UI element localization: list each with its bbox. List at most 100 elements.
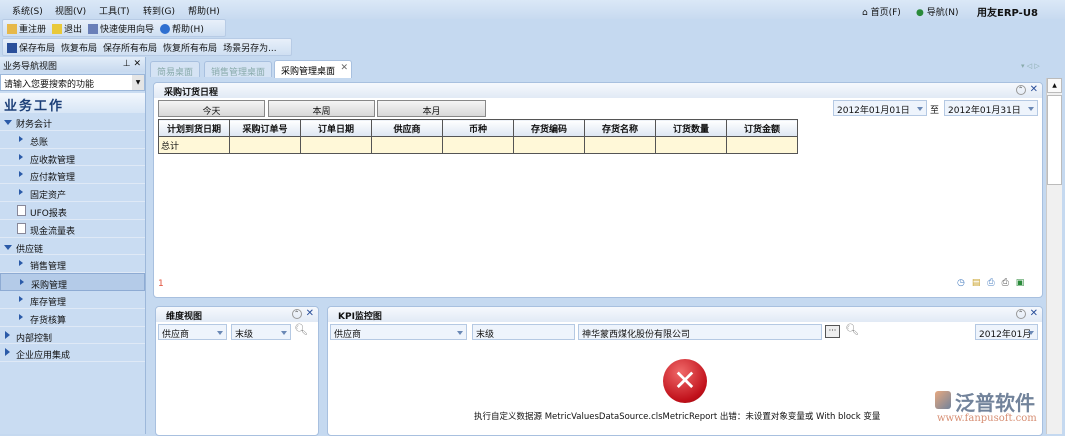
- nav-item[interactable]: 固定资产: [0, 184, 145, 202]
- period-select[interactable]: 2012年01月: [975, 324, 1038, 340]
- table-row[interactable]: 总计: [158, 136, 798, 154]
- tab-purchase-desktop[interactable]: 采购管理桌面 ✕: [274, 60, 353, 78]
- collapse-icon[interactable]: ⌃: [1015, 309, 1026, 319]
- nav-item[interactable]: 总账: [0, 131, 145, 149]
- this-month-button[interactable]: 本月: [377, 100, 486, 117]
- search-icon[interactable]: 🔍︎: [294, 323, 308, 336]
- nav-item[interactable]: 供应链: [0, 238, 145, 256]
- scroll-thumb[interactable]: [1047, 95, 1062, 185]
- scroll-up-icon[interactable]: ▲: [1047, 78, 1062, 93]
- nav-item[interactable]: 库存管理: [0, 291, 145, 309]
- wizard-button[interactable]: 快速使用向导: [88, 22, 154, 35]
- document-icon[interactable]: ▤: [972, 278, 981, 288]
- relogin-button[interactable]: 重注册: [7, 22, 46, 35]
- save-layout-button[interactable]: 保存布局: [7, 41, 55, 54]
- menu-view[interactable]: 视图(V): [55, 4, 86, 17]
- column-header[interactable]: 订货金额: [726, 119, 798, 137]
- menu-goto[interactable]: 转到(G): [143, 4, 175, 17]
- menu-tools[interactable]: 工具(T): [99, 4, 130, 17]
- nav-item[interactable]: 应付款管理: [0, 166, 145, 185]
- table-cell: [229, 136, 301, 154]
- exit-button[interactable]: 退出: [52, 22, 82, 35]
- pin-close-icons[interactable]: ⊥ ✕: [123, 59, 141, 69]
- menu-help[interactable]: 帮助(H): [188, 4, 220, 17]
- scrollbar[interactable]: ▲: [1046, 78, 1062, 434]
- column-header[interactable]: 采购订单号: [229, 119, 301, 137]
- close-icon[interactable]: ✕: [306, 309, 314, 319]
- arrow-icon: [19, 171, 23, 178]
- table-cell: [513, 136, 585, 154]
- restore-layout-button[interactable]: 恢复布局: [61, 41, 97, 54]
- column-header[interactable]: 订单日期: [300, 119, 372, 137]
- column-header[interactable]: 计划到货日期: [158, 119, 230, 137]
- save-all-layout-button[interactable]: 保存所有布局: [103, 41, 157, 54]
- date-to-select[interactable]: 2012年01月31日: [944, 100, 1038, 116]
- close-icon[interactable]: ✕: [1030, 85, 1038, 95]
- nav-item[interactable]: 现金流量表: [0, 220, 145, 238]
- help-button[interactable]: 帮助(H): [160, 22, 204, 35]
- print-icon[interactable]: ⎙: [1002, 278, 1009, 288]
- save-icon: [7, 43, 17, 53]
- nav-item[interactable]: 存货核算: [0, 309, 145, 327]
- nav-item[interactable]: 应收款管理: [0, 149, 145, 167]
- clock-icon[interactable]: ◷: [957, 278, 965, 288]
- home-link[interactable]: ⌂ 首页(F): [862, 5, 901, 18]
- column-header[interactable]: 币种: [442, 119, 514, 137]
- export-excel-icon[interactable]: ▣: [1016, 278, 1025, 288]
- nav-link[interactable]: ● 导航(N): [916, 5, 959, 18]
- collapse-icon[interactable]: ⌃: [291, 309, 302, 319]
- table-cell: [655, 136, 727, 154]
- nav-item[interactable]: 企业应用集成: [0, 344, 145, 363]
- watermark-logo: 泛普软件 www.fanpusoft.com: [935, 391, 1037, 424]
- this-week-button[interactable]: 本周: [268, 100, 375, 117]
- column-header[interactable]: 供应商: [371, 119, 443, 137]
- restore-all-layout-button[interactable]: 恢复所有布局: [163, 41, 217, 54]
- company-value: 神华蒙西煤化股份有限公司: [582, 330, 691, 340]
- menu-system[interactable]: 系统(S): [12, 4, 43, 17]
- arrow-icon: [19, 313, 23, 320]
- nav-item[interactable]: 财务会计: [0, 113, 145, 131]
- expanded-arrow-icon: [4, 120, 12, 125]
- save-scene-as-button[interactable]: 场景另存为...: [223, 41, 277, 54]
- dimension-title: 维度视图: [166, 312, 203, 322]
- tab-scroll-icons[interactable]: ▾ ◁ ▷: [1021, 62, 1040, 70]
- chevron-down-icon[interactable]: ▼: [132, 75, 144, 90]
- table-cell: 总计: [158, 136, 230, 154]
- tab-simple-desktop[interactable]: 简易桌面: [150, 61, 201, 78]
- kpi-field1-select[interactable]: 供应商: [330, 324, 467, 340]
- document-icon: [17, 222, 26, 234]
- company-input[interactable]: 神华蒙西煤化股份有限公司: [578, 324, 822, 340]
- chevron-down-icon: [917, 107, 923, 111]
- collapse-icon[interactable]: ⌃: [1015, 85, 1026, 95]
- nav-panel: 业务导航视图 ⊥ ✕ 请输入您要搜索的功能 ▼ 业务工作 财务会计 总账 应收款管理 应付…: [0, 57, 146, 434]
- nav-item[interactable]: UFO报表: [0, 202, 145, 220]
- today-button[interactable]: 今天: [158, 100, 265, 117]
- page-number[interactable]: 1: [158, 279, 164, 289]
- tab-sales-desktop[interactable]: 销售管理桌面: [204, 61, 273, 78]
- column-header[interactable]: 存货编码: [513, 119, 585, 137]
- nav-item[interactable]: 采购管理: [0, 273, 145, 291]
- nav-item[interactable]: 销售管理: [0, 255, 145, 274]
- nav-item-label: 现金流量表: [30, 226, 76, 237]
- dim-field1-select[interactable]: 供应商: [158, 324, 227, 340]
- preview-icon[interactable]: ⎙: [987, 278, 994, 288]
- date-from-select[interactable]: 2012年01月01日: [833, 100, 927, 116]
- expanded-arrow-icon: [4, 244, 12, 250]
- nav-item-label: 库存管理: [30, 297, 67, 308]
- close-icon[interactable]: ✕: [1030, 309, 1038, 319]
- browse-button[interactable]: ···: [825, 325, 840, 338]
- nav-item-label: 采购管理: [31, 281, 68, 292]
- column-header[interactable]: 存货名称: [584, 119, 656, 137]
- nav-item[interactable]: 内部控制: [0, 327, 145, 345]
- column-header[interactable]: 订货数量: [655, 119, 727, 137]
- kpi-field2-select[interactable]: 末级: [472, 324, 575, 340]
- section-title: 业务工作: [0, 93, 145, 114]
- exit-icon: [52, 24, 63, 34]
- kpi-field2-value: 末级: [476, 330, 495, 340]
- search-input[interactable]: 请输入您要搜索的功能 ▼: [0, 74, 145, 91]
- close-icon[interactable]: ✕: [340, 63, 348, 73]
- dim-field2-select[interactable]: 末级: [231, 324, 291, 340]
- table-cell: [442, 136, 514, 154]
- toolbar-main: 重注册 退出 快速使用向导 帮助(H): [2, 19, 226, 37]
- search-icon[interactable]: 🔍︎: [845, 323, 859, 336]
